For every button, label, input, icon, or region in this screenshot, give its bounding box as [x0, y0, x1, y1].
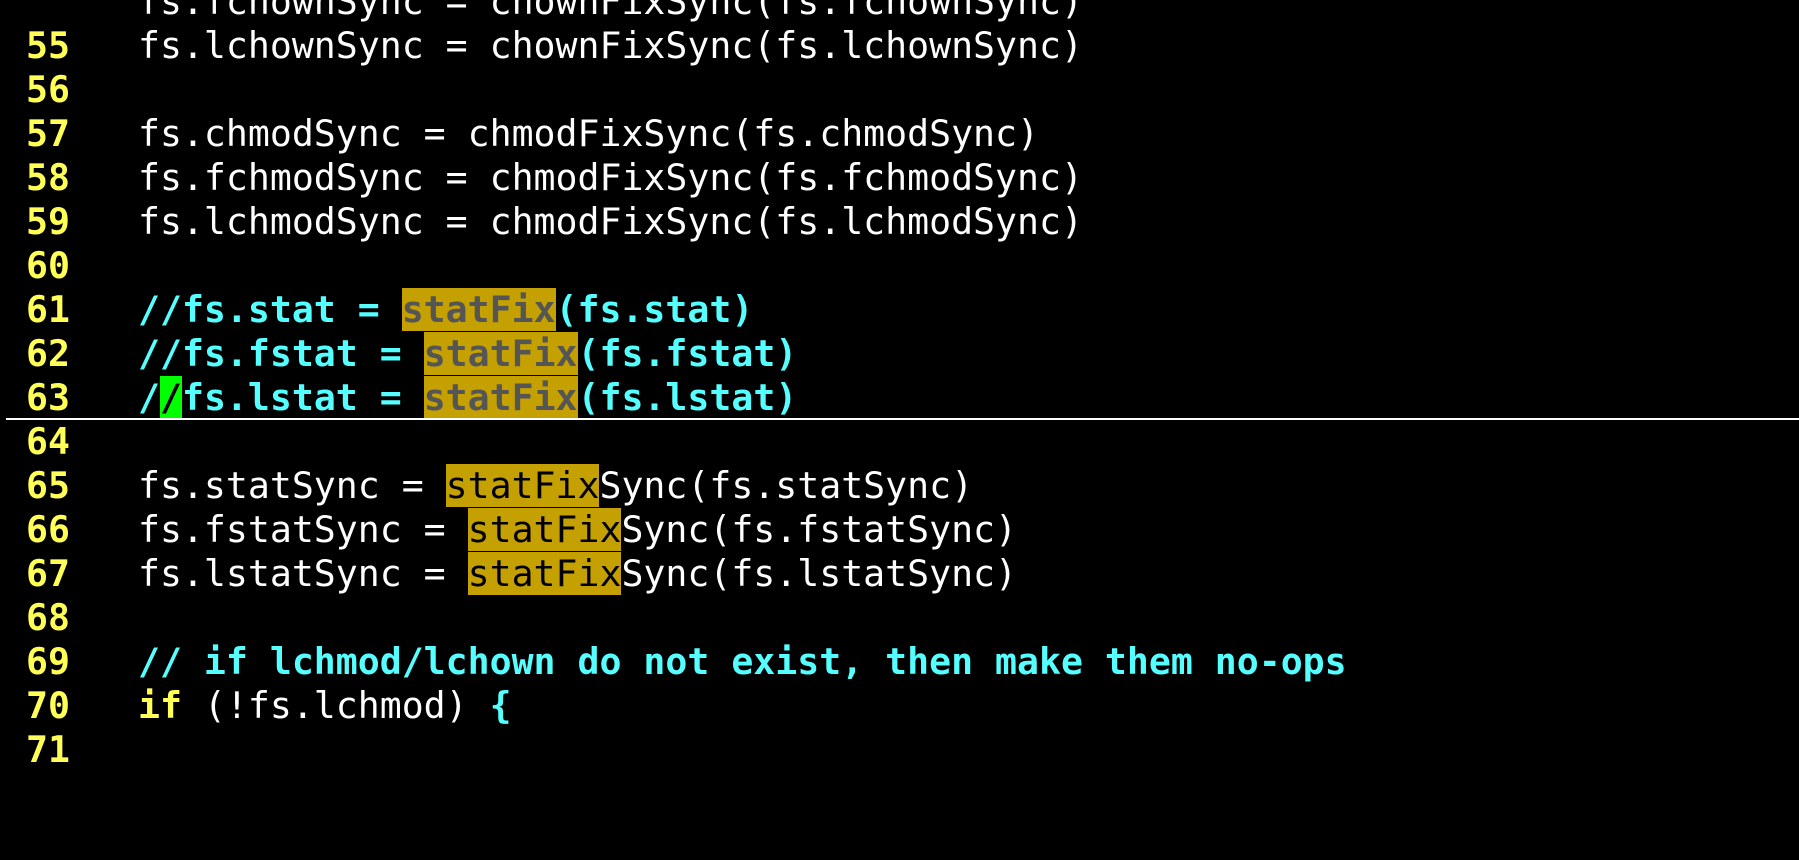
search-match: statFix	[401, 288, 556, 331]
text-cursor: /	[159, 376, 182, 419]
comment-token: fs.lstat =	[181, 376, 424, 419]
code-token: fs.lchmodSync = chmodFixSync(fs.lchmodSy…	[138, 200, 1083, 243]
line-text[interactable]: //fs.fstat = statFix(fs.fstat)	[138, 332, 797, 376]
code-line[interactable]: 57	[0, 68, 1799, 155]
code-line[interactable]: 61	[0, 244, 1799, 331]
code-line[interactable]: 62 //fs.stat = statFix(fs.stat)	[0, 288, 1799, 375]
code-token: Sync(fs.statSync)	[599, 464, 974, 507]
code-line[interactable]: 60 fs.lchmodSync = chmodFixSync(fs.lchmo…	[0, 200, 1799, 287]
comment-token: // if lchmod/lchown do not exist, then m…	[138, 640, 1347, 683]
line-text[interactable]: fs.fstatSync = statFixSync(fs.fstatSync)	[138, 508, 1017, 552]
code-line[interactable]: 65	[0, 420, 1799, 507]
line-text[interactable]: fs.lchownSync = chownFixSync(fs.lchownSy…	[138, 24, 1083, 68]
comment-token: //fs.fstat =	[138, 332, 424, 375]
code-line[interactable]: 67 fs.fstatSync = statFixSync(fs.fstatSy…	[0, 508, 1799, 595]
code-token: fs.fchownSync = chownFixSync(fs.fchownSy…	[138, 0, 1083, 23]
code-line[interactable]: 58 fs.chmodSync = chmodFixSync(fs.chmodS…	[0, 112, 1799, 199]
line-number: 71	[26, 728, 70, 771]
comment-token: (fs.fstat)	[577, 332, 798, 375]
code-line[interactable]: 70 // if lchmod/lchown do not exist, the…	[0, 640, 1799, 727]
line-text[interactable]: fs.chmodSync = chmodFixSync(fs.chmodSync…	[138, 112, 1039, 156]
keyword-token: if	[138, 684, 182, 727]
code-line-current[interactable]: 64 //fs.lstat = statFix(fs.lstat)	[0, 376, 1799, 463]
line-text[interactable]: if (!fs.lchmod) {	[138, 684, 512, 728]
code-line[interactable]: 69	[0, 596, 1799, 683]
comment-token: (fs.lstat)	[577, 376, 798, 419]
search-match: statFix	[467, 508, 622, 551]
code-token: (!fs.lchmod)	[181, 684, 490, 727]
code-token: Sync(fs.lstatSync)	[621, 552, 1018, 595]
search-match: statFix	[445, 464, 600, 507]
line-text[interactable]: fs.lchmodSync = chmodFixSync(fs.lchmodSy…	[138, 200, 1083, 244]
line-text[interactable]: fs.fchmodSync = chmodFixSync(fs.fchmodSy…	[138, 156, 1083, 200]
code-line[interactable]: 63 //fs.fstat = statFix(fs.fstat)	[0, 332, 1799, 419]
vim-editor-buffer[interactable]: 55 fs.fchownSync = chownFixSync(fs.fchow…	[0, 0, 1799, 771]
code-line[interactable]: 55 fs.fchownSync = chownFixSync(fs.fchow…	[0, 0, 1799, 67]
code-token: fs.statSync =	[138, 464, 446, 507]
code-line[interactable]: 59 fs.fchmodSync = chmodFixSync(fs.fchmo…	[0, 156, 1799, 243]
code-token: Sync(fs.fstatSync)	[621, 508, 1018, 551]
line-text[interactable]: //fs.lstat = statFix(fs.lstat)	[138, 376, 797, 420]
line-text[interactable]: fs.statSync = statFixSync(fs.statSync)	[138, 464, 973, 508]
code-line[interactable]: 66 fs.statSync = statFixSync(fs.statSync…	[0, 464, 1799, 551]
code-line[interactable]: 71 if (!fs.lchmod) {	[0, 684, 1799, 771]
line-text[interactable]: //fs.stat = statFix(fs.stat)	[138, 288, 753, 332]
code-line[interactable]: 68 fs.lstatSync = statFixSync(fs.lstatSy…	[0, 552, 1799, 639]
code-token: fs.fchmodSync = chmodFixSync(fs.fchmodSy…	[138, 156, 1083, 199]
line-text[interactable]: // if lchmod/lchown do not exist, then m…	[138, 640, 1347, 684]
code-token: fs.fstatSync =	[138, 508, 468, 551]
code-line[interactable]: 56 fs.lchownSync = chownFixSync(fs.lchow…	[0, 24, 1799, 111]
code-token: fs.lchownSync = chownFixSync(fs.lchownSy…	[138, 24, 1083, 67]
line-text[interactable]: fs.lstatSync = statFixSync(fs.lstatSync)	[138, 552, 1017, 596]
code-token: fs.lstatSync =	[138, 552, 468, 595]
search-match: statFix	[467, 552, 622, 595]
brace-token: {	[489, 684, 512, 727]
code-token: fs.chmodSync = chmodFixSync(fs.chmodSync…	[138, 112, 1039, 155]
comment-token: /	[138, 376, 160, 419]
comment-token: (fs.stat)	[555, 288, 754, 331]
search-match: statFix	[423, 376, 578, 419]
line-text[interactable]: fs.fchownSync = chownFixSync(fs.fchownSy…	[138, 0, 1083, 24]
comment-token: //fs.stat =	[138, 288, 402, 331]
search-match: statFix	[423, 332, 578, 375]
